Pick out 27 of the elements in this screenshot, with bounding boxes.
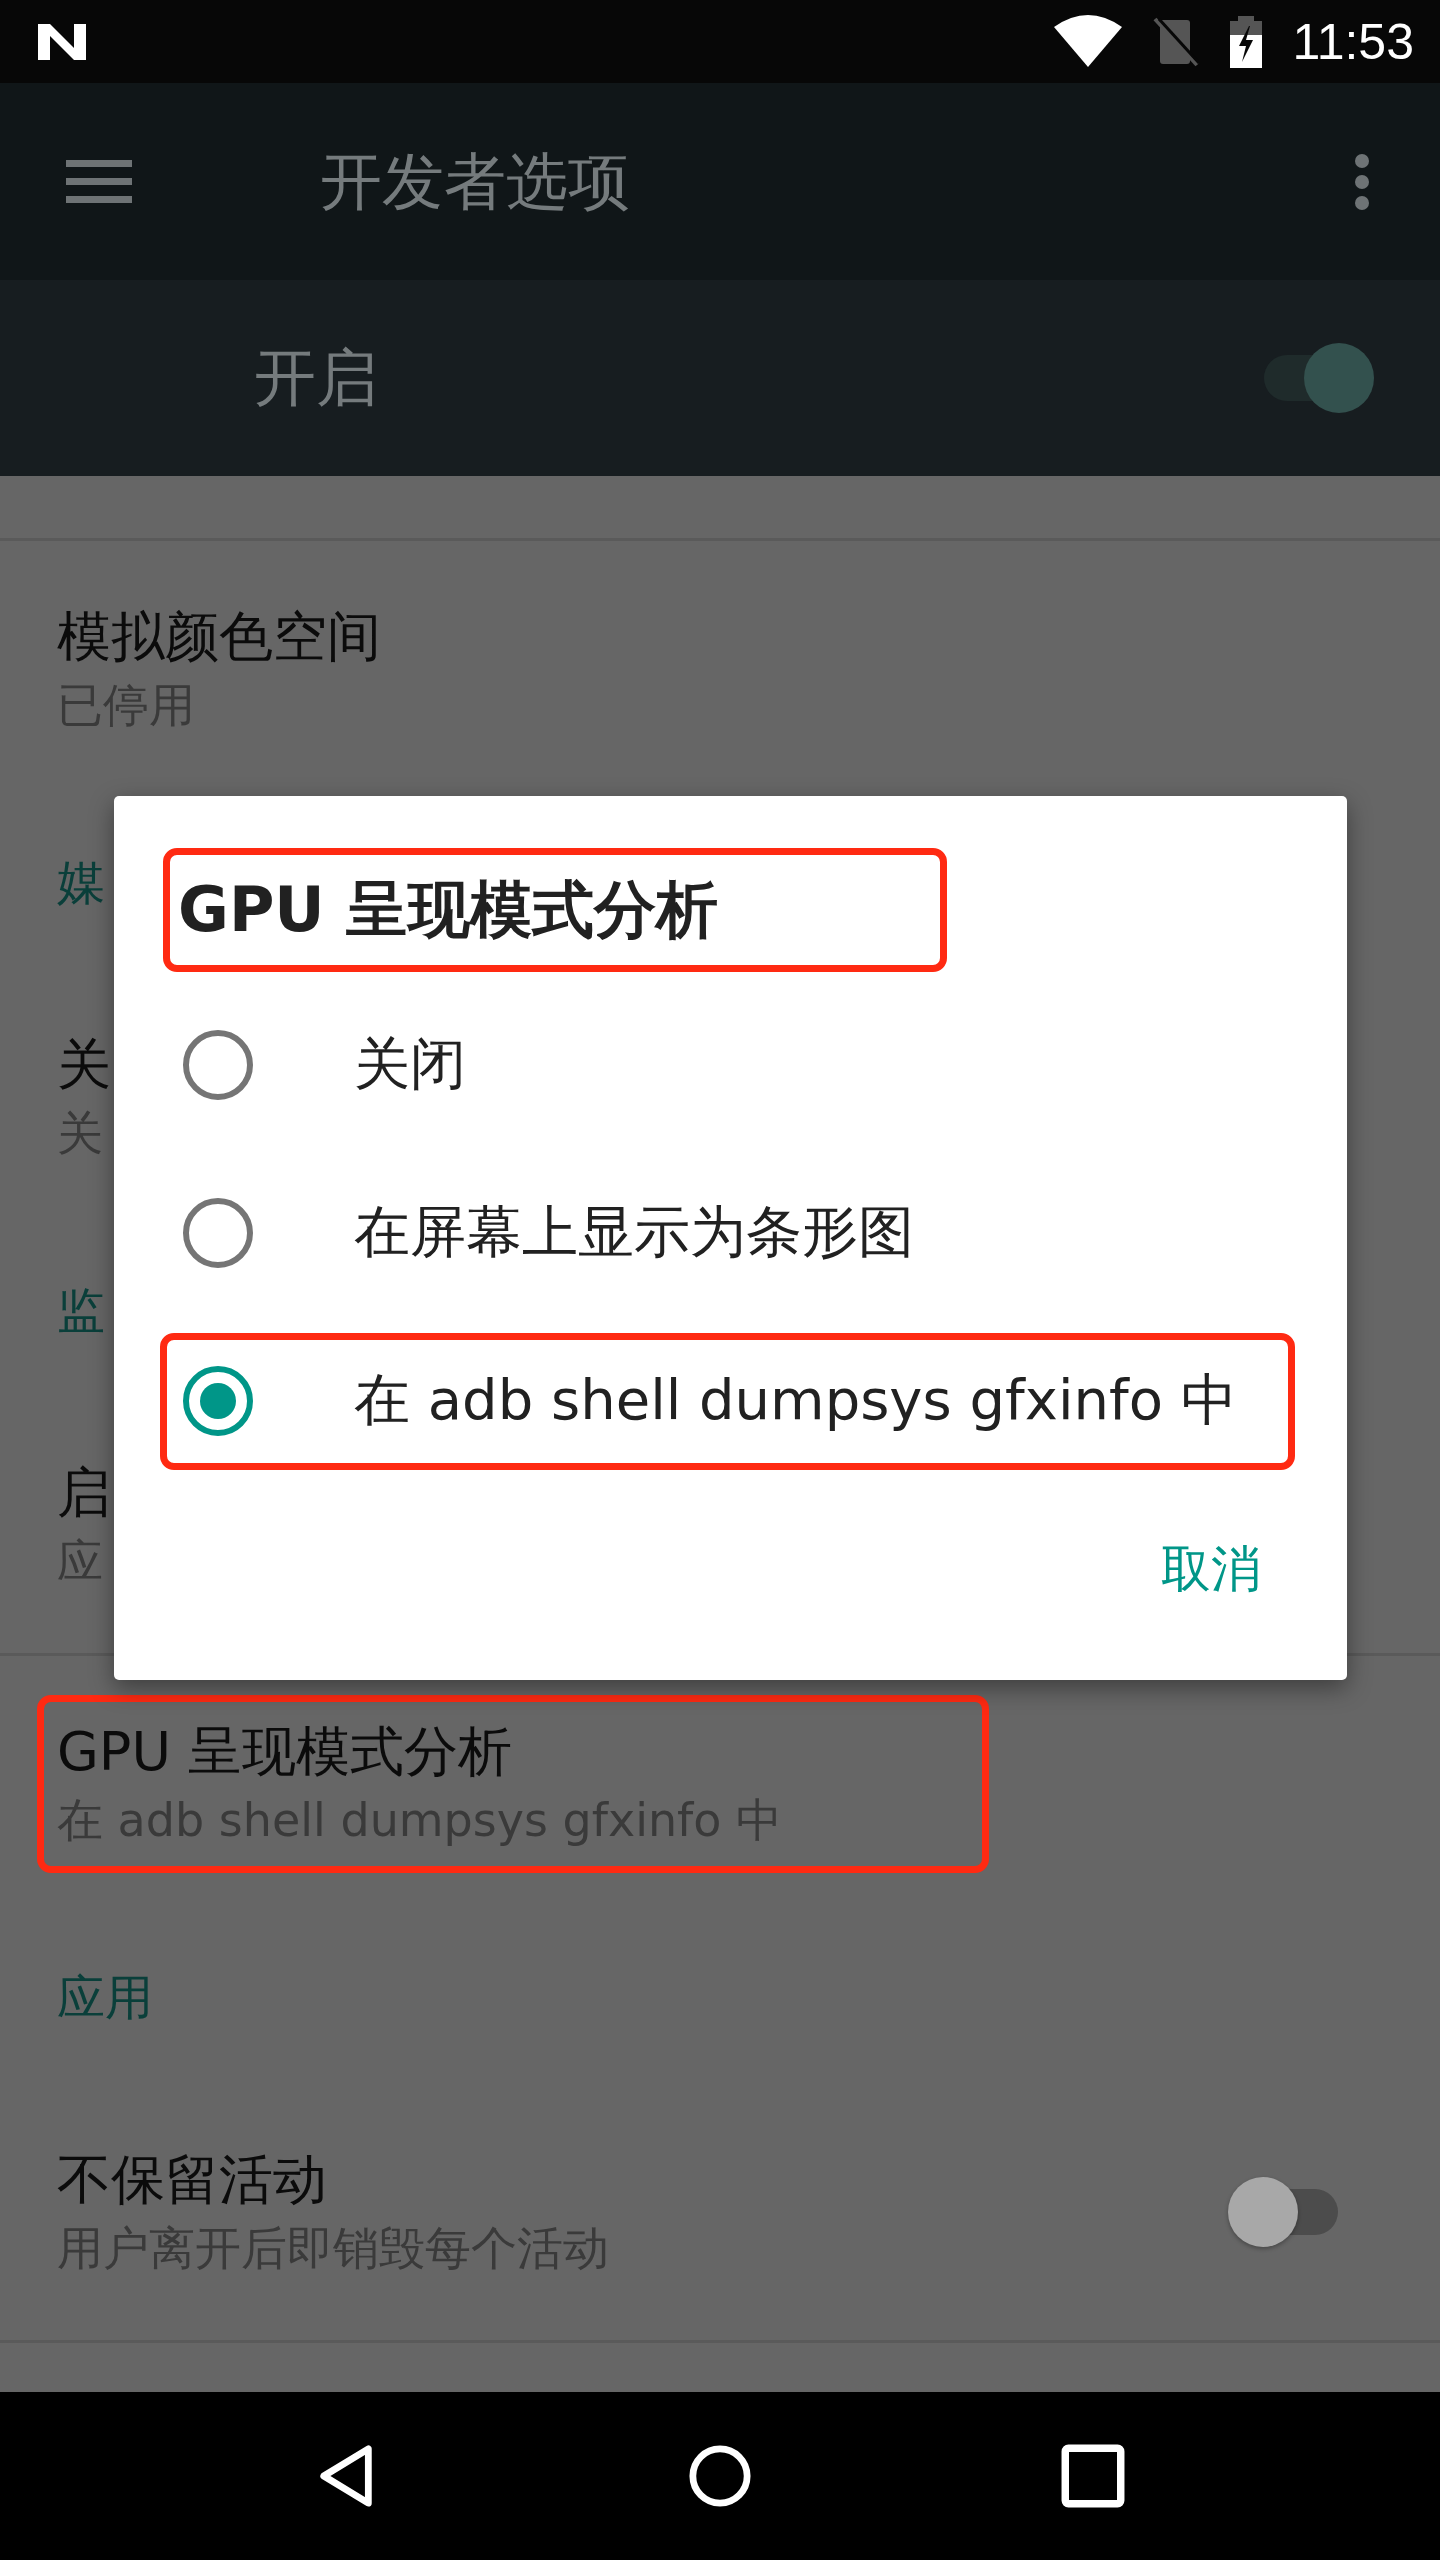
recent-apps-icon[interactable] — [1061, 2444, 1126, 2508]
menu-icon[interactable] — [66, 159, 132, 204]
section-header: 媒 — [57, 853, 105, 912]
page-title: 开发者选项 — [320, 143, 631, 220]
wifi-icon — [1052, 14, 1123, 69]
battery-charging-icon — [1228, 15, 1263, 68]
dialog-title: GPU 呈现模式分析 — [178, 872, 719, 948]
setting-title: 模拟颜色空间 — [57, 604, 381, 670]
switch-label: 开启 — [254, 340, 378, 416]
radio-button[interactable] — [183, 1030, 253, 1100]
n-logo-icon — [36, 21, 88, 62]
option-label[interactable]: 在屏幕上显示为条形图 — [354, 1195, 914, 1271]
section-header: 应用 — [57, 1968, 153, 2027]
radio-button[interactable] — [183, 1198, 253, 1268]
section-header: 监 — [57, 1281, 105, 1340]
more-options-icon[interactable] — [1354, 152, 1370, 211]
cancel-button[interactable]: 取消 — [1141, 1516, 1281, 1623]
clock-time: 11:53 — [1292, 12, 1414, 71]
setting-title: 启 — [57, 1460, 111, 1526]
option-label[interactable]: 在 adb shell dumpsys gfxinfo 中 — [354, 1363, 1237, 1439]
option-label[interactable]: 关闭 — [354, 1027, 466, 1103]
setting-title: 不保留活动 — [57, 2147, 328, 2213]
setting-title: 关 — [57, 1032, 111, 1098]
radio-button[interactable] — [183, 1366, 253, 1436]
home-icon[interactable] — [688, 2444, 752, 2508]
no-sim-icon — [1152, 16, 1199, 67]
setting-title: GPU 呈现模式分析 — [57, 1719, 514, 1785]
